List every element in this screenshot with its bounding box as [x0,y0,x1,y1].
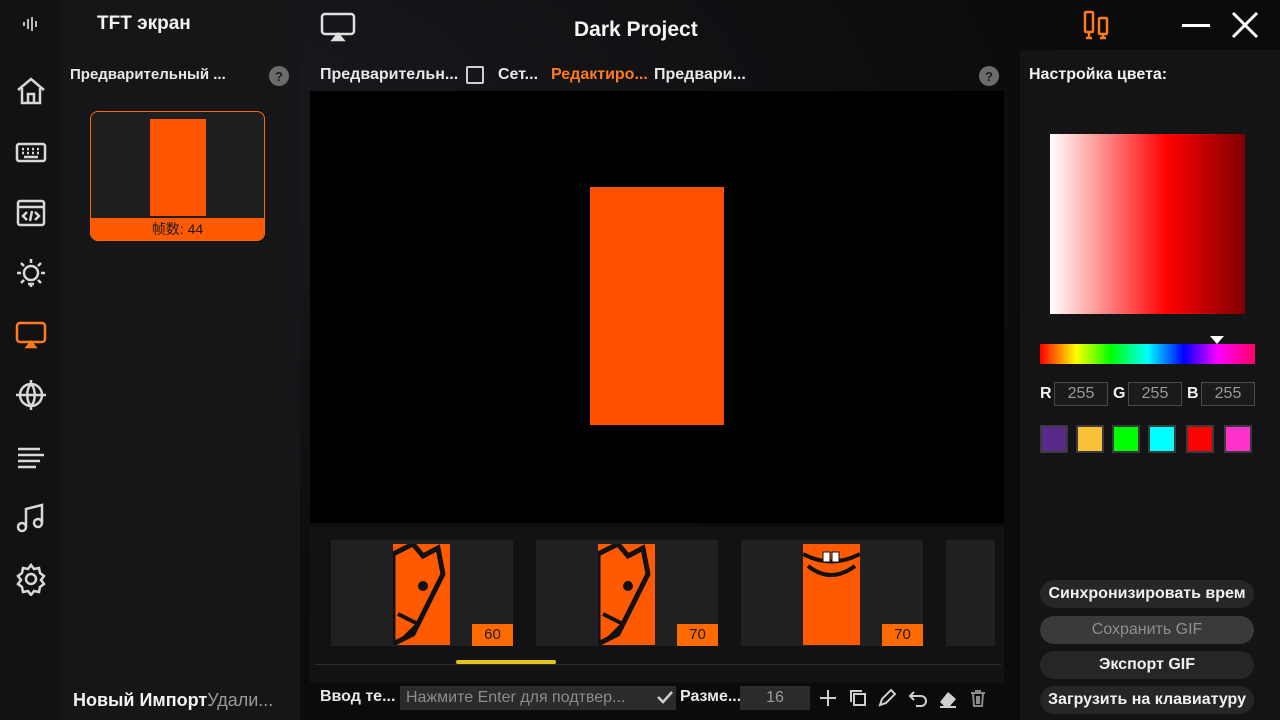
nav-lighting[interactable] [10,252,52,294]
text-input-label: Ввод те... [320,688,396,705]
preview-list-panel [60,0,300,720]
thumbnail-image [150,119,206,216]
text-input[interactable] [400,686,676,710]
close-button[interactable] [1230,10,1260,40]
home-icon [17,77,45,105]
swatch-red[interactable] [1186,425,1214,453]
frame-image [803,544,860,645]
tab-preview[interactable]: Предварительн... [320,66,458,84]
frame-card[interactable]: 70 [536,540,718,646]
usb-device-icon[interactable] [1082,10,1112,42]
trash-icon[interactable] [968,688,988,708]
help-icon[interactable]: ? [979,66,999,86]
hue-slider-marker[interactable] [1210,336,1224,344]
g-input[interactable]: 255 [1128,382,1182,406]
frame-image [598,544,655,645]
preview-list-label: Предварительный ... [70,66,226,83]
copy-icon[interactable] [848,688,868,708]
app-window: TFT экран Предварительный ... ? 帧数: 44 Н… [0,0,1280,720]
tab-edit[interactable]: Редактиро... [551,66,648,84]
color-picker-field[interactable] [1050,134,1245,314]
tab-grid[interactable]: Сет... [498,66,538,84]
tab-preview-2[interactable]: Предвари... [654,66,746,84]
code-window-icon [16,199,46,227]
squirrel-face-image [598,544,651,645]
add-frame-icon[interactable] [818,688,838,708]
main-nav [0,0,60,720]
frame-card[interactable]: 60 [331,540,513,646]
squirrel-mouth-image [803,551,860,577]
logo-icon [23,17,37,31]
preview-checkbox[interactable] [466,66,484,84]
g-label: G [1113,385,1126,402]
squirrel-face-image [393,544,446,645]
canvas-image [590,187,724,425]
nav-keyboard[interactable] [10,131,52,173]
strip-divider [315,664,1001,665]
r-label: R [1040,385,1052,402]
eraser-icon[interactable] [938,688,958,708]
size-input[interactable]: 16 [740,686,810,710]
animation-thumbnail[interactable]: 帧数: 44 [90,111,265,241]
b-input[interactable]: 255 [1201,382,1255,406]
confirm-check-icon[interactable] [656,688,674,706]
nav-settings[interactable] [10,558,52,600]
r-input[interactable]: 255 [1054,382,1108,406]
delete-button[interactable]: Удали... [207,690,273,710]
sync-time-button[interactable]: Синхронизировать врем [1040,580,1254,608]
frame-card[interactable] [946,540,995,646]
light-bulb-icon [17,259,45,287]
frame-duration[interactable]: 60 [472,624,513,646]
nav-network[interactable] [10,374,52,416]
nav-home[interactable] [10,70,52,112]
keyboard-icon [15,142,47,163]
nav-tft-screen[interactable] [10,313,52,355]
frame-strip-scrollbar[interactable] [456,660,556,664]
swatch-green[interactable] [1112,425,1140,453]
minimize-button[interactable] [1182,14,1210,38]
editor-canvas[interactable] [310,91,1004,523]
screen-cast-icon [15,321,47,349]
globe-icon [16,380,46,410]
frame-card[interactable]: 70 [741,540,923,646]
import-actions: Новый ИмпортУдали... [73,690,273,711]
frame-count-label: 帧数: 44 [91,218,264,240]
frame-image [393,544,450,645]
b-label: B [1187,385,1199,402]
nav-list[interactable] [10,436,52,478]
frame-duration[interactable]: 70 [882,624,923,646]
size-label: Разме... [680,688,742,705]
lines-icon [18,447,44,469]
swatch-pink[interactable] [1224,425,1252,453]
nav-music[interactable] [10,497,52,539]
app-title: Dark Project [574,18,698,41]
swatch-cyan[interactable] [1148,425,1176,453]
screen-cast-icon[interactable] [320,12,356,42]
undo-icon[interactable] [908,688,928,708]
hue-slider[interactable] [1040,344,1255,364]
new-import-button[interactable]: Новый Импорт [73,690,207,710]
pencil-icon[interactable] [877,688,897,708]
page-title: TFT экран [97,13,191,34]
save-gif-button[interactable]: Сохранить GIF [1040,616,1254,644]
swatch-purple[interactable] [1040,425,1068,453]
help-icon[interactable]: ? [269,66,289,86]
color-settings-title: Настройка цвета: [1029,66,1168,83]
swatch-yellow[interactable] [1076,425,1104,453]
gear-icon [16,562,46,596]
upload-to-keyboard-button[interactable]: Загрузить на клавиатуру [1040,686,1254,714]
music-note-icon [16,503,44,533]
nav-macro[interactable] [10,192,52,234]
frame-strip: 60 70 70 [310,527,1004,683]
export-gif-button[interactable]: Экспорт GIF [1040,651,1254,679]
frame-duration[interactable]: 70 [677,624,718,646]
